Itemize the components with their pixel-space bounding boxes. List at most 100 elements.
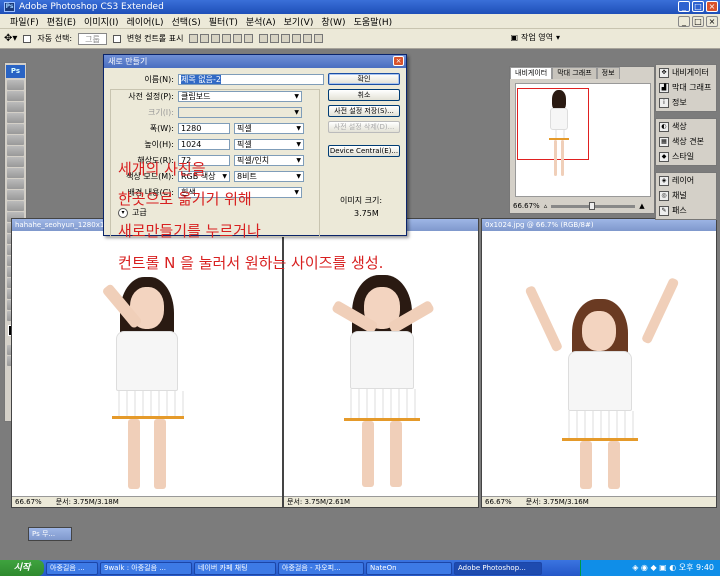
zoom-in-icon[interactable]: ▲ (639, 202, 644, 210)
start-button[interactable]: 시작 (0, 560, 44, 576)
menu-file[interactable]: 파일(F) (6, 15, 43, 28)
quick-select-tool[interactable] (7, 113, 24, 123)
ok-button[interactable]: 확인 (328, 73, 400, 85)
menu-analysis[interactable]: 분석(A) (242, 15, 280, 28)
layers-icon: ◈ (659, 175, 669, 186)
taskbar-item-6[interactable]: Adobe Photoshop... (454, 561, 542, 575)
size-dropdown[interactable] (178, 107, 302, 118)
distribute-2-icon[interactable] (270, 34, 280, 43)
dock-group-3: ◈ 레이어 ◎ 채널 ✎ 패스 (655, 172, 717, 220)
tab-navigator[interactable]: 내비게이터 (510, 67, 553, 79)
menu-window[interactable]: 창(W) (317, 15, 349, 28)
minimize-button[interactable]: _ (678, 1, 690, 12)
dock-styles[interactable]: ◆ 스타일 (656, 149, 716, 164)
align-center-icon[interactable] (233, 34, 243, 43)
workspace-label: 작업 영역 (521, 33, 553, 42)
stamp-tool[interactable] (7, 168, 24, 178)
dock-layers[interactable]: ◈ 레이어 (656, 173, 716, 188)
slice-tool[interactable] (7, 135, 24, 145)
document-2-doc-size[interactable]: 문서: 3.75M/2.61M (287, 497, 350, 507)
gradient-tool[interactable] (7, 201, 24, 211)
align-middle-icon[interactable] (200, 34, 210, 43)
save-preset-button[interactable]: 사전 설정 저장(S)... (328, 105, 400, 117)
show-transform-checkbox[interactable] (112, 34, 121, 43)
dock-info[interactable]: i 정보 (656, 95, 716, 110)
preset-dropdown[interactable]: 클립보드 (178, 91, 302, 102)
document-3-zoom[interactable]: 66.67% (485, 497, 512, 507)
dock-histogram[interactable]: ▟ 막대 그래프 (656, 80, 716, 95)
taskbar-item-1[interactable]: 아중길음 ... (46, 561, 98, 575)
navigator-zoom-slider[interactable] (551, 201, 636, 210)
taskbar-item-3[interactable]: 네이버 카페 채팅 (194, 561, 276, 575)
menu-view[interactable]: 보기(V) (280, 15, 318, 28)
width-input[interactable]: 1280 (178, 123, 230, 134)
auto-select-checkbox[interactable] (23, 34, 32, 43)
delete-preset-button[interactable]: 사전 설정 삭제(D)... (328, 121, 400, 133)
dock-navigator[interactable]: ✥ 내비게이터 (656, 65, 716, 80)
device-central-button[interactable]: Device Central(E)... (328, 145, 400, 157)
document-1-doc-size[interactable]: 문서: 3.75M/3.18M (56, 497, 119, 507)
distribute-5-icon[interactable] (303, 34, 313, 43)
menu-edit[interactable]: 편집(E) (43, 15, 80, 28)
document-1-zoom[interactable]: 66.67% (15, 497, 42, 507)
menu-layer[interactable]: 레이어(L) (123, 15, 168, 28)
navigator-thumbnail[interactable] (515, 83, 651, 197)
align-bottom-icon[interactable] (211, 34, 221, 43)
name-input[interactable]: 제목 없음-2 (178, 74, 324, 85)
distribute-3-icon[interactable] (281, 34, 291, 43)
dock-paths[interactable]: ✎ 패스 (656, 203, 716, 218)
taskbar-item-5[interactable]: NateOn (366, 561, 452, 575)
bit-depth-dropdown[interactable]: 8비트 (234, 171, 304, 182)
menu-select[interactable]: 선택(S) (167, 15, 204, 28)
cancel-button[interactable]: 취소 (328, 89, 400, 101)
auto-select-dropdown[interactable]: 그룹 (78, 32, 107, 45)
document-window-3[interactable]: 0x1024.jpg @ 66.7% (RGB/8#) 66.67% 문서: 3… (481, 218, 717, 508)
zoom-out-icon[interactable]: ▵ (544, 202, 548, 210)
navigator-zoom-value[interactable]: 66.67% (513, 202, 540, 210)
height-input[interactable]: 1024 (178, 139, 230, 150)
eraser-tool[interactable] (7, 190, 24, 200)
lasso-tool[interactable] (7, 102, 24, 112)
menu-help[interactable]: 도움말(H) (350, 15, 397, 28)
tab-info[interactable]: 정보 (596, 67, 620, 79)
taskbar-item-4[interactable]: 아중걸음 - 자오피... (278, 561, 364, 575)
app-title: Adobe Photoshop CS3 Extended (19, 2, 164, 12)
slider-knob[interactable] (589, 201, 596, 210)
preset-label: 사전 설정(P): (128, 92, 174, 101)
clock[interactable]: 오후 9:40 (679, 563, 714, 572)
history-brush-tool[interactable] (7, 179, 24, 189)
tab-histogram[interactable]: 막대 그래프 (552, 67, 597, 79)
healing-tool[interactable] (7, 146, 24, 156)
crop-tool[interactable] (7, 124, 24, 134)
advanced-toggle-icon[interactable]: ▾ (118, 207, 128, 218)
align-left-icon[interactable] (222, 34, 232, 43)
tray-icons[interactable]: ◈ ◉ ◆ ▣ ◐ (632, 563, 679, 572)
width-unit-dropdown[interactable]: 픽셀 (234, 123, 304, 134)
dock-color[interactable]: ◐ 색상 (656, 119, 716, 134)
doc-minimize-button[interactable]: _ (678, 16, 690, 27)
close-button[interactable]: × (706, 1, 718, 12)
doc-close-button[interactable]: × (706, 16, 718, 27)
distribute-6-icon[interactable] (314, 34, 324, 43)
align-right-icon[interactable] (244, 34, 254, 43)
maximize-button[interactable]: □ (692, 1, 704, 12)
doc-restore-button[interactable]: □ (692, 16, 704, 27)
marquee-tool[interactable] (7, 91, 24, 101)
dock-channels[interactable]: ◎ 채널 (656, 188, 716, 203)
align-top-icon[interactable] (189, 34, 199, 43)
menu-image[interactable]: 이미지(I) (80, 15, 123, 28)
move-tool-icon[interactable]: ✥▾ (4, 33, 17, 44)
minimized-document[interactable]: Ps 무... (28, 527, 72, 541)
dock-swatches[interactable]: ▦ 색상 견본 (656, 134, 716, 149)
menu-filter[interactable]: 필터(T) (205, 15, 242, 28)
move-tool[interactable] (7, 80, 24, 90)
document-3-doc-size[interactable]: 문서: 3.75M/3.16M (526, 497, 589, 507)
taskbar-item-2[interactable]: 9walk : 아중길음 ... (100, 561, 192, 575)
resolution-unit-dropdown[interactable]: 픽셀/인치 (234, 155, 304, 166)
height-unit-dropdown[interactable]: 픽셀 (234, 139, 304, 150)
distribute-4-icon[interactable] (292, 34, 302, 43)
workspace-menu[interactable]: ▣ 작업 영역 ▾ (510, 32, 560, 43)
distribute-1-icon[interactable] (259, 34, 269, 43)
brush-tool[interactable] (7, 157, 24, 167)
dialog-close-icon[interactable]: × (393, 56, 404, 66)
